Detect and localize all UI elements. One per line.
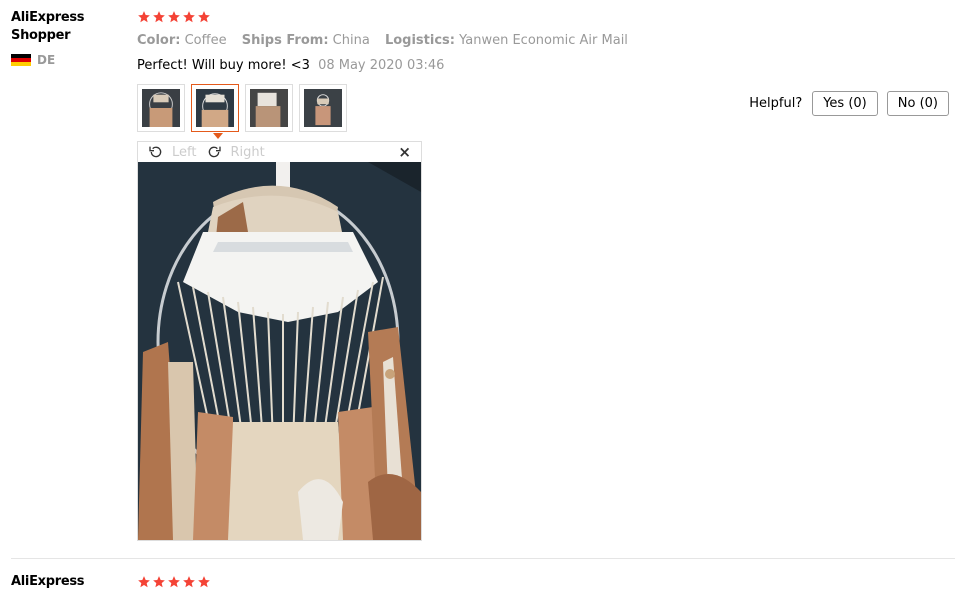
reviewer-name: AliExpress: [11, 574, 85, 589]
rotate-left-label: Left: [172, 144, 197, 160]
star-icon: [168, 11, 180, 23]
close-viewer-button[interactable]: ×: [398, 143, 411, 161]
photo-image: [250, 89, 288, 127]
helpful-yes-button[interactable]: Yes (0): [812, 91, 878, 116]
review-photos: [137, 84, 347, 139]
color-value: Coffee: [184, 33, 227, 48]
rotate-left-icon: [149, 146, 162, 158]
review-divider: [11, 558, 955, 559]
star-icon: [153, 11, 165, 23]
selected-caret-icon: [213, 133, 223, 139]
star-icon: [138, 11, 150, 23]
review-photo-thumbnail[interactable]: [299, 84, 347, 132]
photo-image: [142, 89, 180, 127]
review-photo-thumbnail[interactable]: [245, 84, 293, 132]
star-icon: [138, 576, 150, 588]
logistics-value: Yanwen Economic Air Mail: [459, 33, 628, 48]
star-icon: [183, 11, 195, 23]
logistics-label: Logistics:: [384, 33, 455, 48]
star-icon: [153, 576, 165, 588]
reviewer-country: DE: [11, 53, 55, 67]
star-icon: [168, 576, 180, 588]
helpful-voting: Helpful? Yes (0) No (0): [749, 91, 949, 116]
rotate-right-icon: [209, 146, 222, 158]
rotate-left-button[interactable]: Left: [148, 144, 196, 160]
country-code: DE: [37, 53, 56, 67]
star-icon: [198, 576, 210, 588]
helpful-no-button[interactable]: No (0): [886, 91, 949, 116]
star-rating: [137, 575, 211, 589]
rotate-right-button[interactable]: Right: [206, 144, 265, 160]
color-label: Color:: [137, 33, 181, 48]
enlarged-review-photo: [138, 162, 421, 540]
order-info: Color: Coffee Ships From: China Logistic…: [137, 33, 639, 48]
star-icon: [183, 576, 195, 588]
photo-image: [304, 89, 342, 127]
review-photo-thumbnail-selected[interactable]: [191, 84, 239, 139]
star-icon: [198, 11, 210, 23]
ships-from-label: Ships From:: [241, 33, 329, 48]
review-text: Perfect! Will buy more! <3: [137, 58, 310, 73]
helpful-label: Helpful?: [749, 96, 803, 111]
germany-flag-icon: [11, 53, 31, 67]
photo-viewer: Left Right ×: [137, 141, 422, 541]
star-rating: [137, 10, 211, 24]
review-date: 08 May 2020 03:46: [318, 58, 445, 73]
photo-image: [196, 89, 234, 127]
review-photo-thumbnail[interactable]: [137, 84, 185, 132]
ships-from-value: China: [332, 33, 370, 48]
reviewer-name: AliExpress Shopper: [11, 10, 85, 43]
rotate-right-label: Right: [230, 144, 265, 160]
photo-viewer-toolbar: Left Right ×: [138, 142, 421, 162]
macrame-dreamcatcher-image: [138, 162, 421, 540]
review-content: Perfect! Will buy more! <3 08 May 2020 0…: [137, 58, 444, 73]
